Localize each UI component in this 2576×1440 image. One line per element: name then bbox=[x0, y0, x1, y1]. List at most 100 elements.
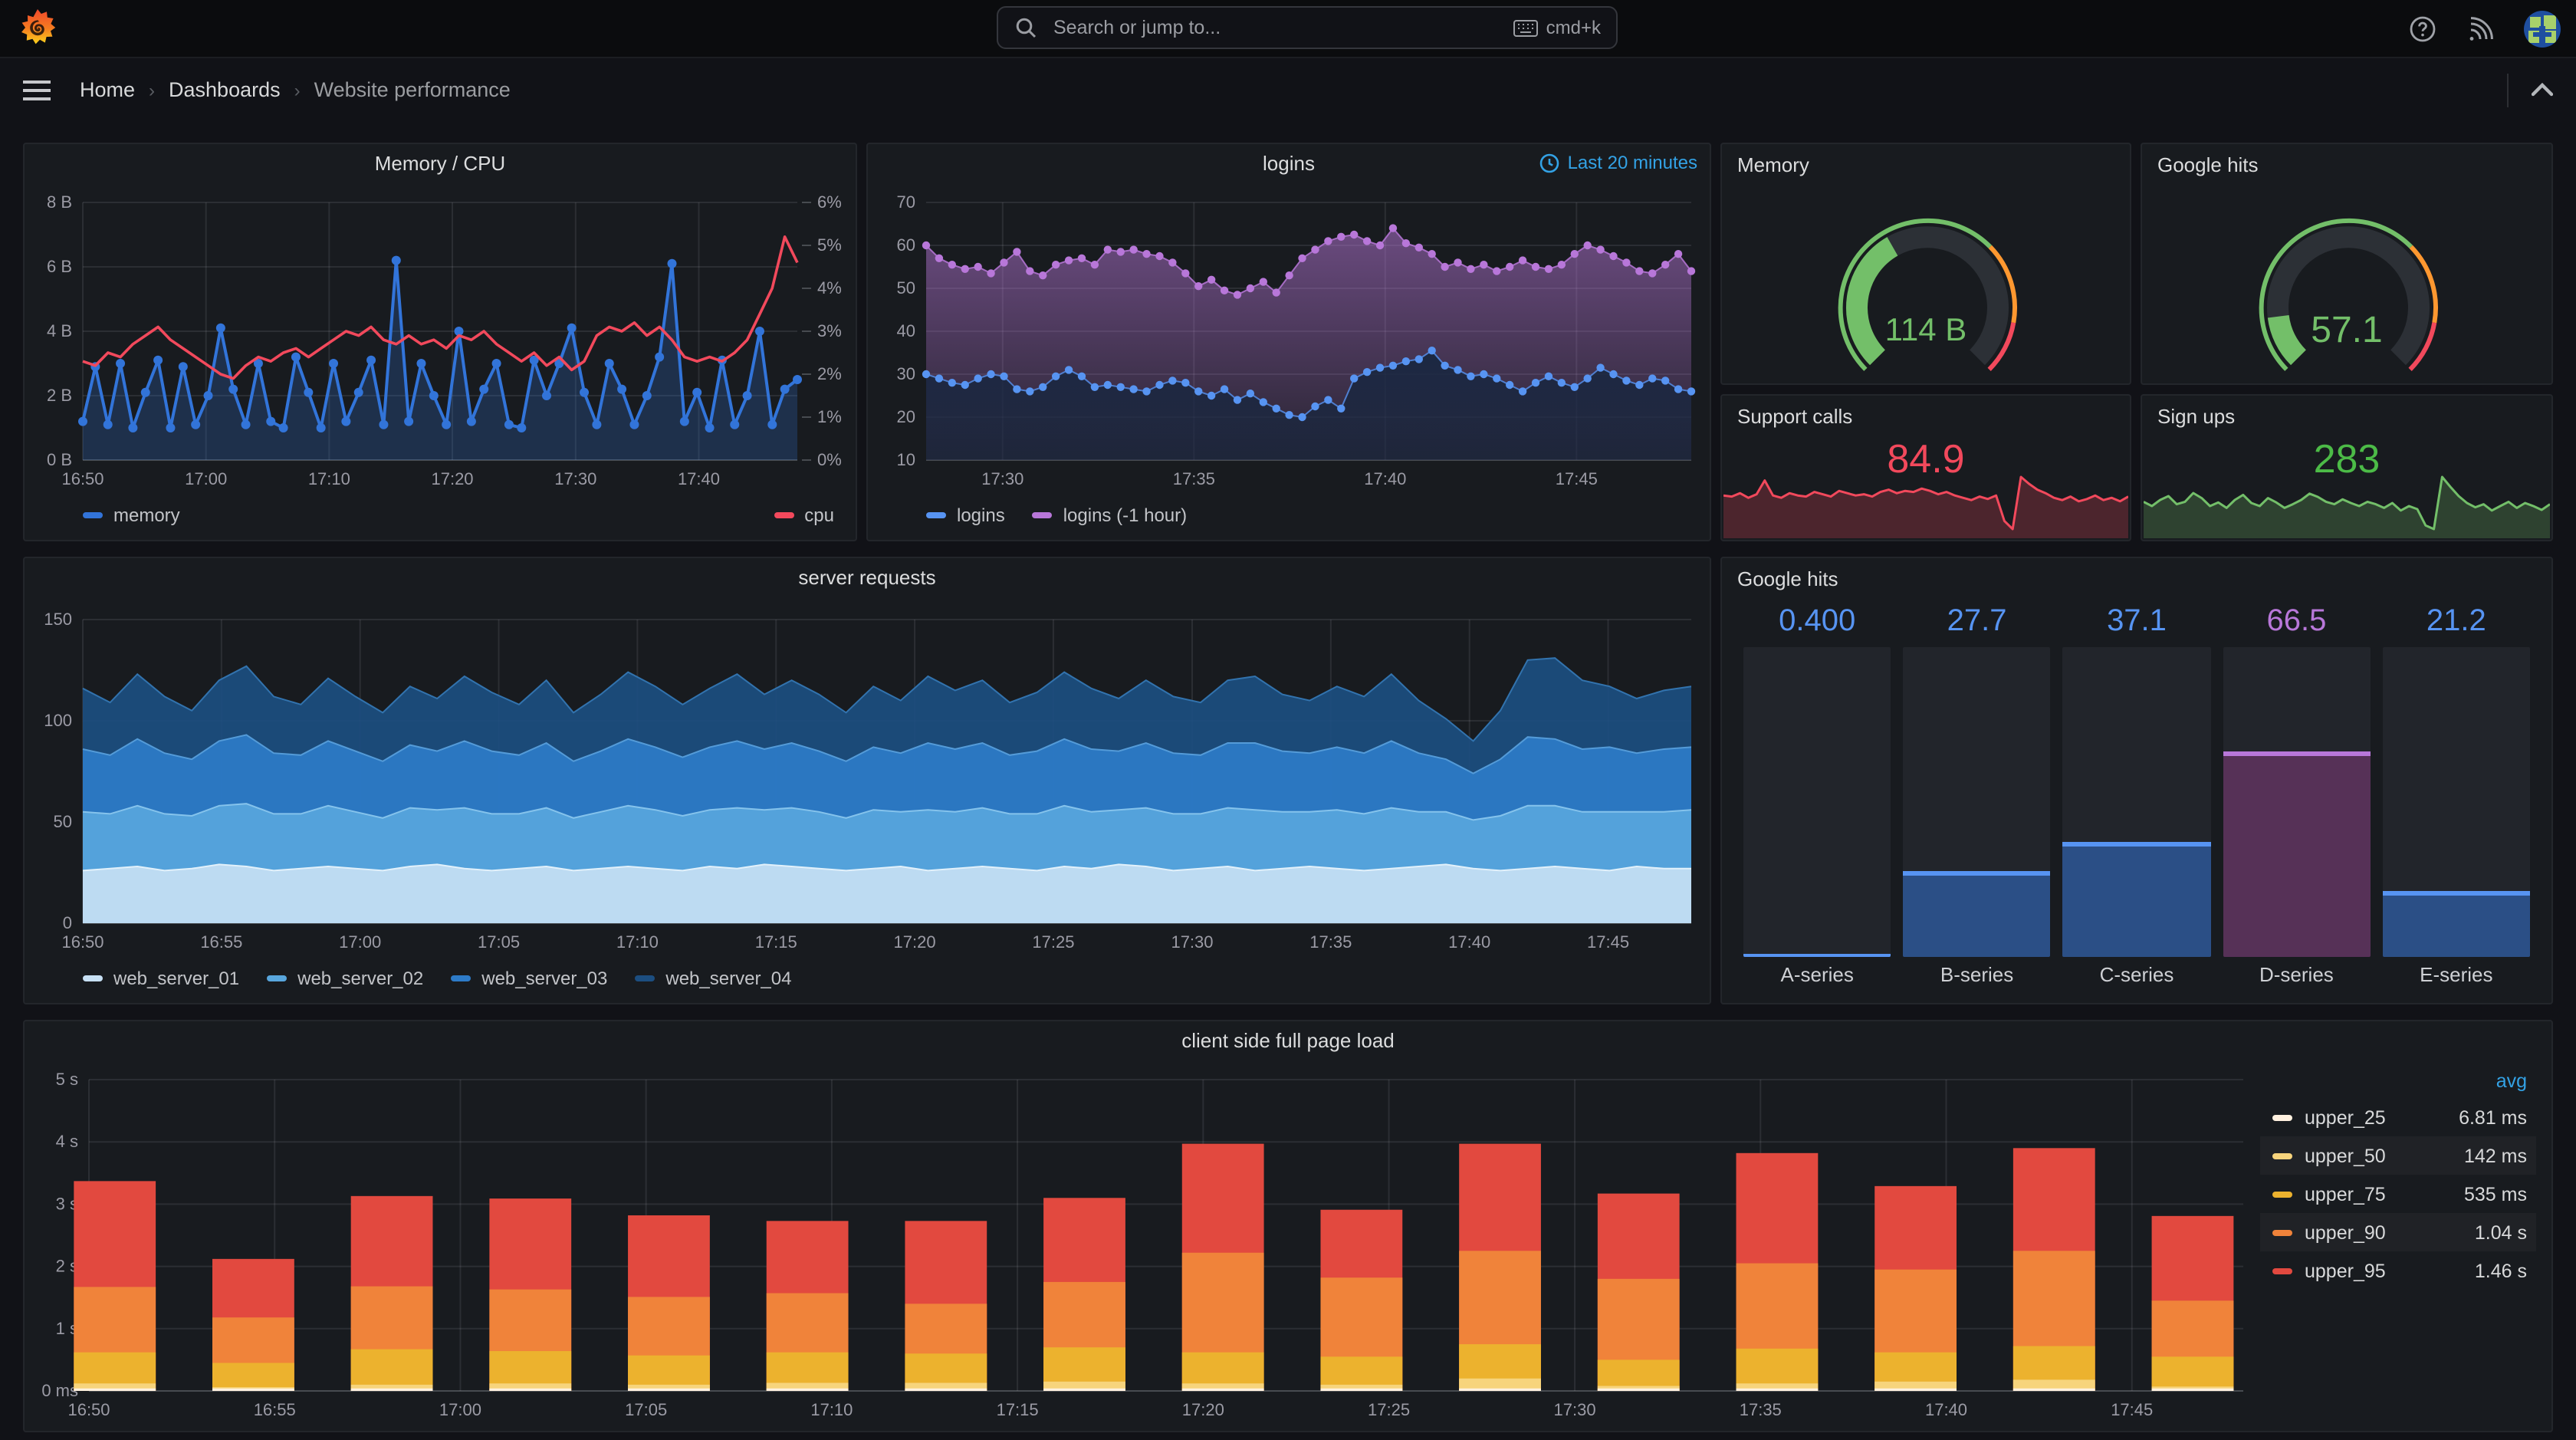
legend-item[interactable]: web_server_04 bbox=[635, 968, 792, 989]
top-nav: cmd+k bbox=[0, 0, 2576, 58]
bar-gauge-value: 66.5 bbox=[2266, 604, 2327, 638]
bar-gauge-value: 27.7 bbox=[1947, 604, 2007, 638]
panel-title[interactable]: Sign ups bbox=[2157, 405, 2235, 428]
panel-title[interactable]: Memory bbox=[1737, 153, 1809, 176]
legend-item[interactable]: web_server_02 bbox=[267, 968, 423, 989]
svg-text:17:30: 17:30 bbox=[1554, 1400, 1596, 1419]
legend-item[interactable]: web_server_01 bbox=[83, 968, 239, 989]
panel-title[interactable]: client side full page load bbox=[25, 1029, 2551, 1052]
svg-text:2 B: 2 B bbox=[47, 386, 72, 405]
rss-icon[interactable] bbox=[2466, 13, 2496, 44]
svg-text:17:20: 17:20 bbox=[1182, 1400, 1224, 1419]
panel-title[interactable]: server requests bbox=[25, 566, 1710, 589]
bar-gauge-value: 37.1 bbox=[2107, 604, 2167, 638]
svg-text:17:25: 17:25 bbox=[1368, 1400, 1410, 1419]
svg-text:17:30: 17:30 bbox=[981, 469, 1024, 488]
bar-gauge-bar[interactable] bbox=[1743, 647, 1891, 957]
legend-row[interactable]: upper_95 1.46 s bbox=[2260, 1251, 2536, 1290]
svg-text:17:05: 17:05 bbox=[625, 1400, 667, 1419]
svg-text:70: 70 bbox=[897, 192, 915, 212]
svg-text:5 s: 5 s bbox=[56, 1070, 78, 1089]
panel-logins: logins Last 20 minutes 17:30 17:35 17:40 17… bbox=[866, 143, 1711, 541]
svg-text:17:45: 17:45 bbox=[2111, 1400, 2153, 1419]
panel-google-gauge: Google hits 57.1 bbox=[2141, 143, 2553, 385]
chevron-up-icon[interactable] bbox=[2527, 74, 2558, 105]
legend-avg-header: avg bbox=[2496, 1070, 2527, 1092]
svg-text:16:50: 16:50 bbox=[67, 1400, 110, 1419]
legend-item[interactable]: logins (-1 hour) bbox=[1032, 505, 1187, 526]
svg-text:8 B: 8 B bbox=[47, 192, 72, 212]
time-range-badge[interactable]: Last 20 minutes bbox=[1540, 152, 1697, 173]
panel-sign-ups: Sign ups 283 bbox=[2141, 394, 2553, 541]
grafana-logo-icon[interactable] bbox=[17, 8, 58, 49]
bar-gauge-label: E-series bbox=[2420, 963, 2493, 986]
panel-google-hits-bars: Google hits 0.400 A-series 27.7 B-series 37.… bbox=[1720, 557, 2553, 1004]
svg-text:4 s: 4 s bbox=[56, 1132, 78, 1151]
keyboard-icon bbox=[1513, 19, 1539, 36]
svg-text:0 ms: 0 ms bbox=[41, 1381, 78, 1400]
legend-item[interactable]: memory bbox=[83, 505, 180, 526]
breadcrumb-bar: Home › Dashboards › Website performance bbox=[0, 58, 2576, 121]
legend-row[interactable]: upper_75 535 ms bbox=[2260, 1175, 2536, 1213]
breadcrumb-dashboards[interactable]: Dashboards bbox=[169, 78, 281, 101]
panel-title[interactable]: Google hits bbox=[2157, 153, 2259, 176]
menu-icon[interactable] bbox=[21, 74, 52, 105]
search-input[interactable] bbox=[1050, 15, 1514, 40]
legend-item[interactable]: logins bbox=[926, 505, 1005, 526]
svg-text:17:00: 17:00 bbox=[439, 1400, 481, 1419]
panel-title[interactable]: Memory / CPU bbox=[25, 152, 856, 175]
panel-title[interactable]: Support calls bbox=[1737, 405, 1852, 428]
chart-canvas bbox=[2259, 218, 2438, 371]
breadcrumb-home[interactable]: Home bbox=[80, 78, 135, 101]
breadcrumb: Home › Dashboards › Website performance bbox=[80, 78, 511, 101]
svg-text:17:30: 17:30 bbox=[554, 469, 596, 488]
legend-item[interactable]: cpu bbox=[774, 505, 834, 526]
legend-item[interactable]: web_server_03 bbox=[451, 968, 607, 989]
logins-chart[interactable]: 17:30 17:35 17:40 17:45 10 20 30 40 50 60 70 bbox=[868, 184, 1713, 497]
svg-text:17:45: 17:45 bbox=[1556, 469, 1598, 488]
bar-gauge-label: B-series bbox=[1940, 963, 2014, 986]
panel-title[interactable]: Google hits bbox=[1737, 567, 1838, 590]
legend-row[interactable]: upper_50 142 ms bbox=[2260, 1136, 2536, 1175]
chart-canvas: 16:50 16:55 17:00 17:05 17:10 17:15 17:20 17:25… bbox=[41, 1070, 2243, 1419]
bar-gauge-bar[interactable] bbox=[2062, 647, 2211, 957]
svg-text:17:00: 17:00 bbox=[185, 469, 227, 488]
legend-table: avg upper_25 6.81 ms upper_50 142 ms upper_75… bbox=[2260, 1067, 2536, 1290]
avatar[interactable] bbox=[2524, 10, 2561, 47]
help-icon[interactable] bbox=[2407, 13, 2438, 44]
breadcrumb-current: Website performance bbox=[314, 78, 511, 101]
bar-gauge-bar[interactable] bbox=[2223, 647, 2371, 957]
search-box[interactable]: cmd+k bbox=[997, 6, 1618, 49]
svg-text:17:40: 17:40 bbox=[1448, 932, 1490, 952]
panel-server-requests: server requests 16:50 16:55 17:00 17:05 17:1… bbox=[23, 557, 1711, 1004]
svg-text:16:55: 16:55 bbox=[254, 1400, 296, 1419]
legend-row[interactable]: upper_25 6.81 ms bbox=[2260, 1098, 2536, 1136]
svg-text:0: 0 bbox=[63, 913, 72, 932]
bar-gauge-bar[interactable] bbox=[1903, 647, 2051, 957]
bar-gauge-column: 0.400 A-series bbox=[1743, 604, 1891, 991]
svg-text:6 B: 6 B bbox=[47, 257, 72, 276]
svg-text:16:55: 16:55 bbox=[200, 932, 242, 952]
svg-text:0 B: 0 B bbox=[47, 450, 72, 469]
svg-text:17:15: 17:15 bbox=[755, 932, 797, 952]
svg-text:5%: 5% bbox=[817, 235, 842, 255]
svg-text:40: 40 bbox=[897, 321, 915, 340]
server-requests-chart[interactable]: 16:50 16:55 17:00 17:05 17:10 17:15 17:20 17:25… bbox=[25, 598, 1713, 960]
bar-gauge-value: 21.2 bbox=[2426, 604, 2486, 638]
svg-text:17:10: 17:10 bbox=[810, 1400, 853, 1419]
svg-text:10: 10 bbox=[897, 450, 915, 469]
bar-gauge-bar[interactable] bbox=[2382, 647, 2531, 957]
svg-text:100: 100 bbox=[44, 711, 72, 730]
svg-text:50: 50 bbox=[54, 812, 72, 831]
svg-text:17:40: 17:40 bbox=[678, 469, 720, 488]
stat-value: 283 bbox=[2313, 436, 2380, 482]
chart-legend: logins logins (-1 hour) bbox=[889, 497, 1688, 534]
svg-text:17:35: 17:35 bbox=[1173, 469, 1215, 488]
svg-text:17:30: 17:30 bbox=[1171, 932, 1213, 952]
chart-canvas: 16:50 16:55 17:00 17:05 17:10 17:15 17:20 17:25… bbox=[44, 610, 1692, 952]
legend-row[interactable]: upper_90 1.04 s bbox=[2260, 1213, 2536, 1251]
svg-text:17:20: 17:20 bbox=[894, 932, 936, 952]
page-load-chart[interactable]: 16:50 16:55 17:00 17:05 17:10 17:15 17:20 17:25… bbox=[25, 1058, 2256, 1434]
svg-text:6%: 6% bbox=[817, 192, 842, 212]
memory-cpu-chart[interactable]: 16:50 17:00 17:10 17:20 17:30 17:40 0 B 2 B 4 B 6… bbox=[25, 184, 859, 497]
